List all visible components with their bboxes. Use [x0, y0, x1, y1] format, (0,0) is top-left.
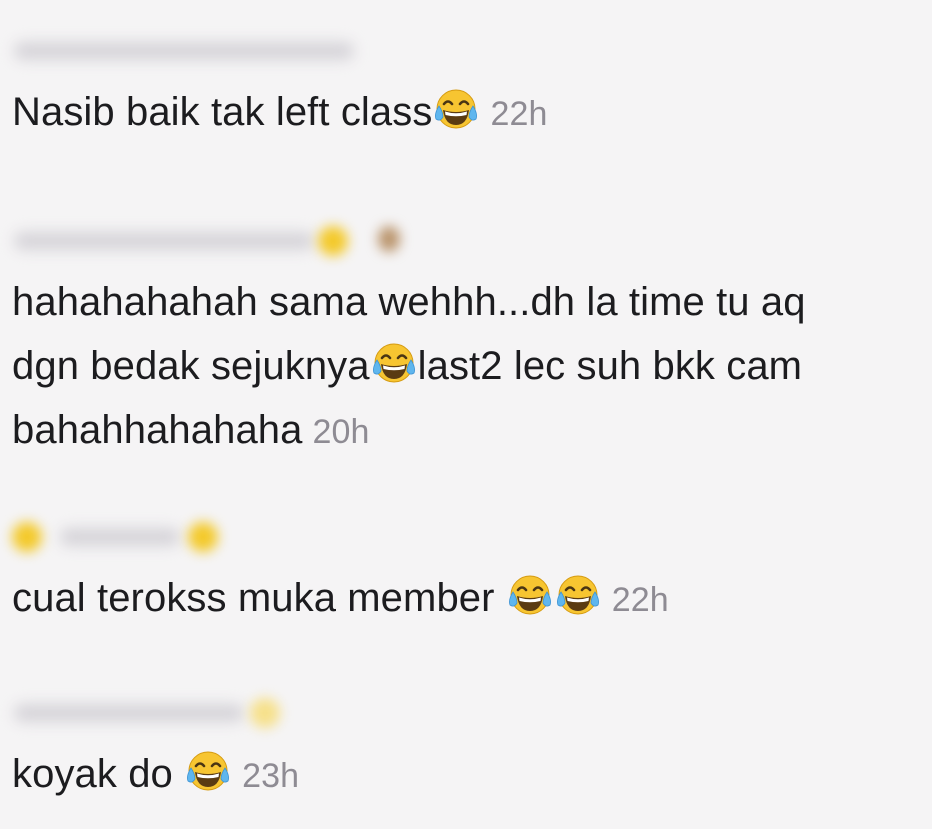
blurred-username [14, 42, 354, 60]
comment-username[interactable] [0, 24, 932, 80]
comment-username[interactable] [0, 510, 932, 566]
comment-body: last2 lec suh bkk cam [417, 344, 803, 388]
comment-timestamp: 22h [490, 95, 548, 133]
comment-timestamp: 20h [312, 413, 370, 451]
blurred-emoji-icon [318, 226, 348, 256]
comment-username[interactable] [0, 214, 932, 270]
comment-body: cual terokss muka member [12, 576, 506, 620]
comment-item: koyak do 23h [0, 686, 932, 808]
face-with-tears-of-joy-icon [185, 749, 231, 795]
blurred-emoji-icon [378, 226, 400, 252]
comment-body: koyak do [12, 752, 185, 796]
blurred-emoji-icon [188, 522, 218, 552]
comment-line: bahahhahahaha 20h [12, 398, 892, 464]
blurred-emoji-icon [12, 522, 42, 552]
blurred-emoji-icon [250, 698, 280, 728]
comment-item: hahahahahah sama wehhh...dh la time tu a… [0, 214, 932, 464]
comment-username[interactable] [0, 686, 932, 742]
comment-item: cual terokss muka member 22h [0, 510, 932, 632]
comment-line: dgn bedak sejuknya last2 lec suh bkk cam [12, 334, 892, 398]
blurred-username [14, 704, 244, 722]
comment-body: bahahhahahaha [12, 408, 303, 452]
comment-body: dgn bedak sejuknya [12, 344, 370, 388]
comment-timestamp: 23h [242, 757, 300, 795]
face-with-tears-of-joy-icon [433, 87, 479, 133]
blurred-username [14, 232, 314, 250]
comment-text: hahahahahah sama wehhh...dh la time tu a… [0, 270, 932, 464]
comment-line: hahahahahah sama wehhh...dh la time tu a… [12, 280, 806, 324]
face-with-tears-of-joy-icon [371, 341, 417, 387]
comment-text: Nasib baik tak left class 22h [0, 80, 932, 146]
blurred-username [60, 528, 180, 546]
comment-item: Nasib baik tak left class 22h [0, 24, 932, 146]
face-with-tears-of-joy-icon [507, 573, 553, 619]
comment-text: cual terokss muka member 22h [0, 566, 932, 632]
face-with-tears-of-joy-icon [555, 573, 601, 619]
comment-timestamp: 22h [611, 581, 669, 619]
comment-text: koyak do 23h [0, 742, 932, 808]
comment-body: Nasib baik tak left class [12, 90, 433, 134]
